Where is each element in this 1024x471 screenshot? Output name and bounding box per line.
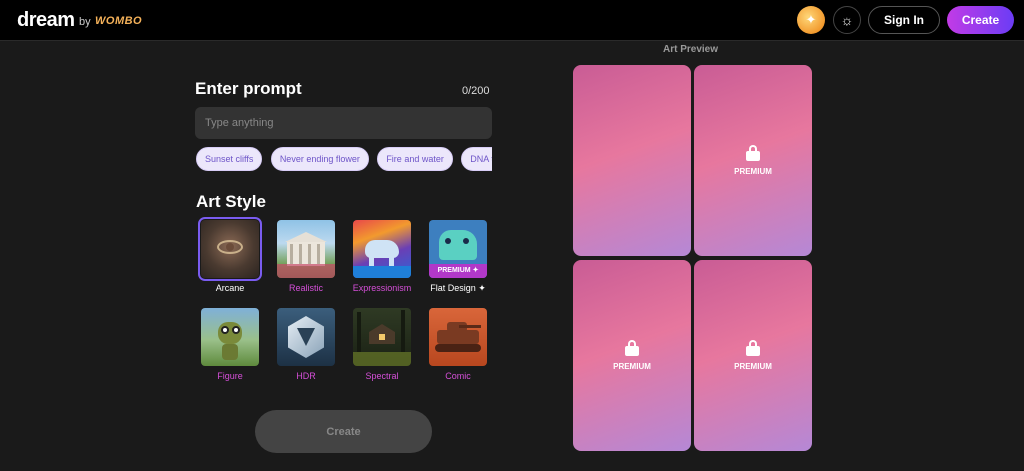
lock-icon bbox=[625, 340, 639, 356]
style-label: Arcane bbox=[215, 283, 245, 293]
style-arcane[interactable]: Arcane bbox=[198, 217, 262, 293]
suggestion-chip[interactable]: DNA tornado bbox=[461, 147, 492, 171]
style-thumbnail[interactable] bbox=[353, 220, 411, 278]
style-expressionism[interactable]: Expressionism bbox=[351, 220, 413, 293]
sparkle-icon: ✦ bbox=[805, 12, 817, 27]
create-header-button[interactable]: Create bbox=[947, 6, 1014, 34]
style-thumbnail[interactable] bbox=[277, 220, 335, 278]
style-thumbnail[interactable] bbox=[353, 308, 411, 366]
premium-label: PREMIUM bbox=[734, 362, 772, 371]
top-bar: dream by WOMBO ✦ ☼ Sign In Create bbox=[0, 0, 1024, 41]
preview-card-premium[interactable]: PREMIUM bbox=[694, 65, 812, 256]
art-style-heading: Art Style bbox=[196, 192, 266, 211]
wombo-logo: WOMBO bbox=[95, 15, 143, 27]
suggestion-chip[interactable]: Sunset cliffs bbox=[196, 147, 263, 171]
style-thumbnail[interactable] bbox=[201, 308, 259, 366]
enter-prompt-heading: Enter prompt bbox=[195, 79, 302, 98]
style-thumbnail[interactable] bbox=[198, 217, 262, 281]
lock-icon bbox=[746, 340, 760, 356]
theme-toggle-button[interactable]: ☼ bbox=[833, 6, 861, 34]
style-label: Comic bbox=[445, 371, 471, 381]
prompt-input[interactable] bbox=[195, 107, 492, 139]
style-figure[interactable]: Figure bbox=[199, 308, 261, 381]
style-label: Expressionism bbox=[352, 283, 412, 293]
style-thumbnail[interactable] bbox=[429, 308, 487, 366]
suggestion-chip[interactable]: Never ending flower bbox=[270, 147, 369, 171]
style-label: Realistic bbox=[288, 283, 323, 293]
style-thumbnail[interactable] bbox=[277, 308, 335, 366]
style-realistic[interactable]: Realistic bbox=[275, 220, 337, 293]
preview-card-premium[interactable]: PREMIUM bbox=[573, 260, 691, 451]
style-spectral[interactable]: Spectral bbox=[351, 308, 413, 381]
style-thumbnail[interactable]: PREMIUM ✦ bbox=[429, 220, 487, 278]
style-label: HDR bbox=[296, 371, 316, 381]
art-preview-heading: Art Preview bbox=[663, 44, 719, 55]
style-label: Spectral bbox=[365, 371, 399, 381]
lock-icon bbox=[746, 145, 760, 161]
preview-card[interactable] bbox=[573, 65, 691, 256]
create-button[interactable]: Create bbox=[255, 410, 432, 453]
sun-icon: ☼ bbox=[840, 12, 854, 28]
style-label: Figure bbox=[217, 371, 243, 381]
style-flat-design[interactable]: PREMIUM ✦ Flat Design ✦ bbox=[427, 220, 489, 294]
dream-logo[interactable]: dream bbox=[17, 9, 75, 32]
prompt-suggestions: Sunset cliffs Never ending flower Fire a… bbox=[196, 147, 492, 171]
style-comic[interactable]: Comic bbox=[427, 308, 489, 381]
suggestion-chip[interactable]: Fire and water bbox=[377, 147, 453, 171]
sign-in-button[interactable]: Sign In bbox=[868, 6, 940, 34]
preview-card-premium[interactable]: PREMIUM bbox=[694, 260, 812, 451]
style-label: Flat Design ✦ bbox=[430, 283, 486, 293]
premium-badge: PREMIUM ✦ bbox=[429, 264, 487, 278]
sparkle-avatar-button[interactable]: ✦ bbox=[797, 6, 825, 34]
style-hdr[interactable]: HDR bbox=[275, 308, 337, 381]
premium-label: PREMIUM bbox=[734, 167, 772, 176]
character-counter: 0/200 bbox=[462, 85, 490, 97]
premium-label: PREMIUM bbox=[613, 362, 651, 371]
by-text: by bbox=[79, 16, 91, 28]
